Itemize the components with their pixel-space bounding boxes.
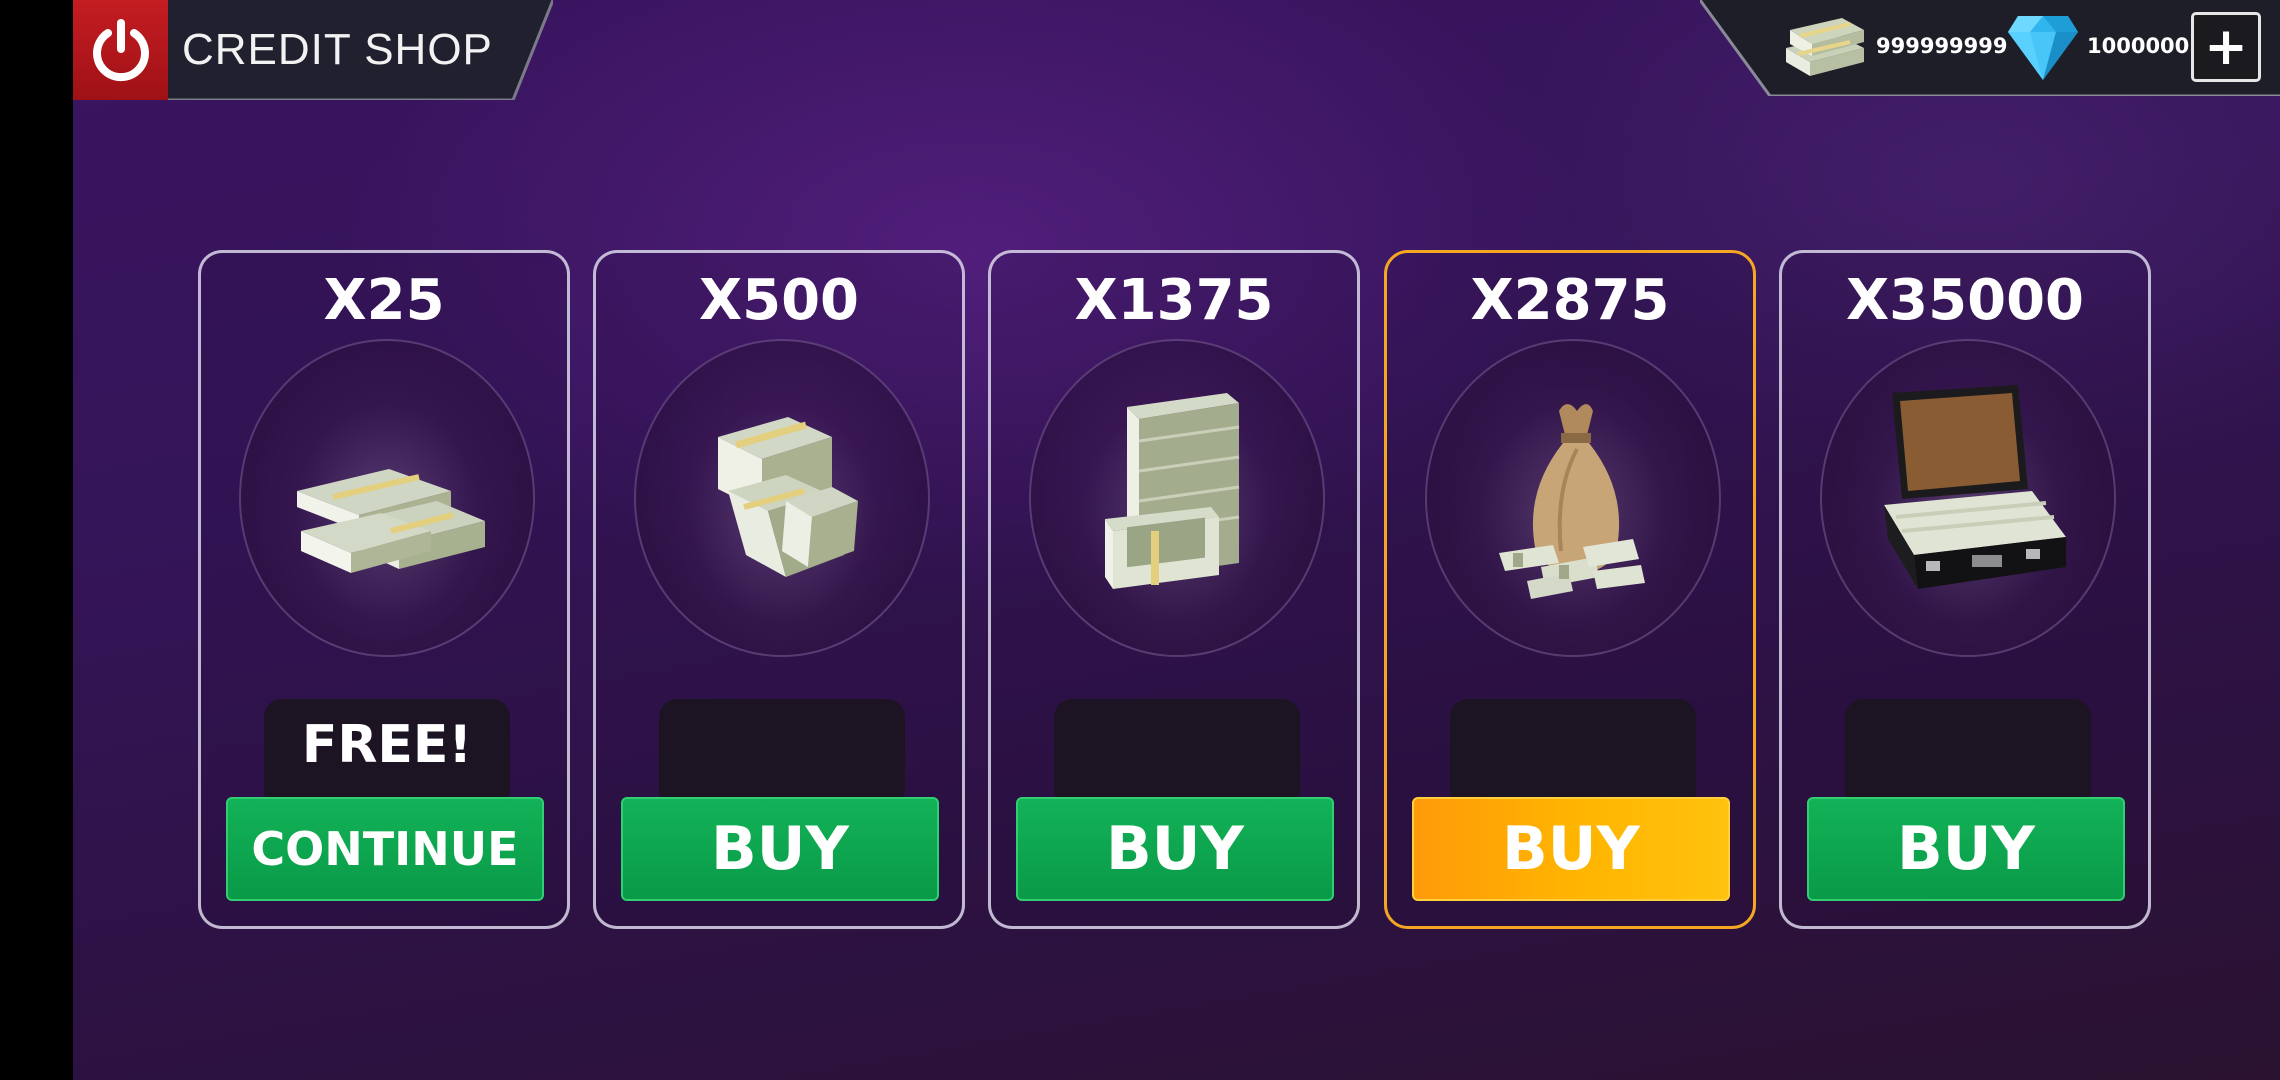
game-screen: CREDIT SHOP 999999999 1000000 + X25 FREE… xyxy=(0,0,2280,1080)
add-currency-button[interactable]: + xyxy=(2191,12,2261,82)
card-amount: X35000 xyxy=(1846,268,2084,333)
buy-button[interactable]: BUY xyxy=(1412,797,1730,901)
card-image-frame xyxy=(1425,339,1721,657)
cash-briefcase-icon xyxy=(1884,385,2066,589)
buy-button[interactable]: BUY xyxy=(1016,797,1334,901)
buy-button[interactable]: BUY xyxy=(1807,797,2125,901)
card-image-frame xyxy=(1820,339,2116,657)
shop-card-x500: X500 BUY xyxy=(593,250,965,929)
power-icon xyxy=(92,19,149,82)
cash-icon xyxy=(1786,18,1864,76)
shop-card-x35000: X35000 BUY xyxy=(1779,250,2151,929)
continue-button[interactable]: CONTINUE xyxy=(226,797,544,901)
card-amount: X25 xyxy=(323,268,445,333)
shop-card-x25: X25 FREE! CONTINUE xyxy=(198,250,570,929)
price-box xyxy=(659,699,905,809)
shop-card-x1375: X1375 BUY xyxy=(988,250,1360,929)
price-label: FREE! xyxy=(301,715,473,775)
price-box xyxy=(1450,699,1696,809)
page-title: CREDIT SHOP xyxy=(182,25,493,74)
card-image-frame xyxy=(1029,339,1325,657)
gem-icon xyxy=(2008,16,2078,80)
card-amount: X500 xyxy=(698,268,860,333)
power-button[interactable] xyxy=(73,0,168,100)
buy-button[interactable]: BUY xyxy=(621,797,939,901)
price-box xyxy=(1054,699,1300,809)
money-bag-icon xyxy=(1499,404,1645,599)
cash-stacks-icon xyxy=(297,469,485,573)
card-image-frame xyxy=(634,339,930,657)
card-amount: X2875 xyxy=(1470,268,1670,333)
price-box: FREE! xyxy=(264,699,510,809)
gem-amount: 1000000 xyxy=(2087,34,2190,58)
price-box xyxy=(1845,699,2091,809)
card-image-frame xyxy=(239,339,535,657)
card-amount: X1375 xyxy=(1074,268,1274,333)
cash-pile-icon xyxy=(1105,393,1240,589)
shop-card-x2875: X2875 BUY xyxy=(1384,250,1756,929)
cash-bundles-icon xyxy=(718,417,858,577)
cash-amount: 999999999 xyxy=(1876,34,2008,58)
